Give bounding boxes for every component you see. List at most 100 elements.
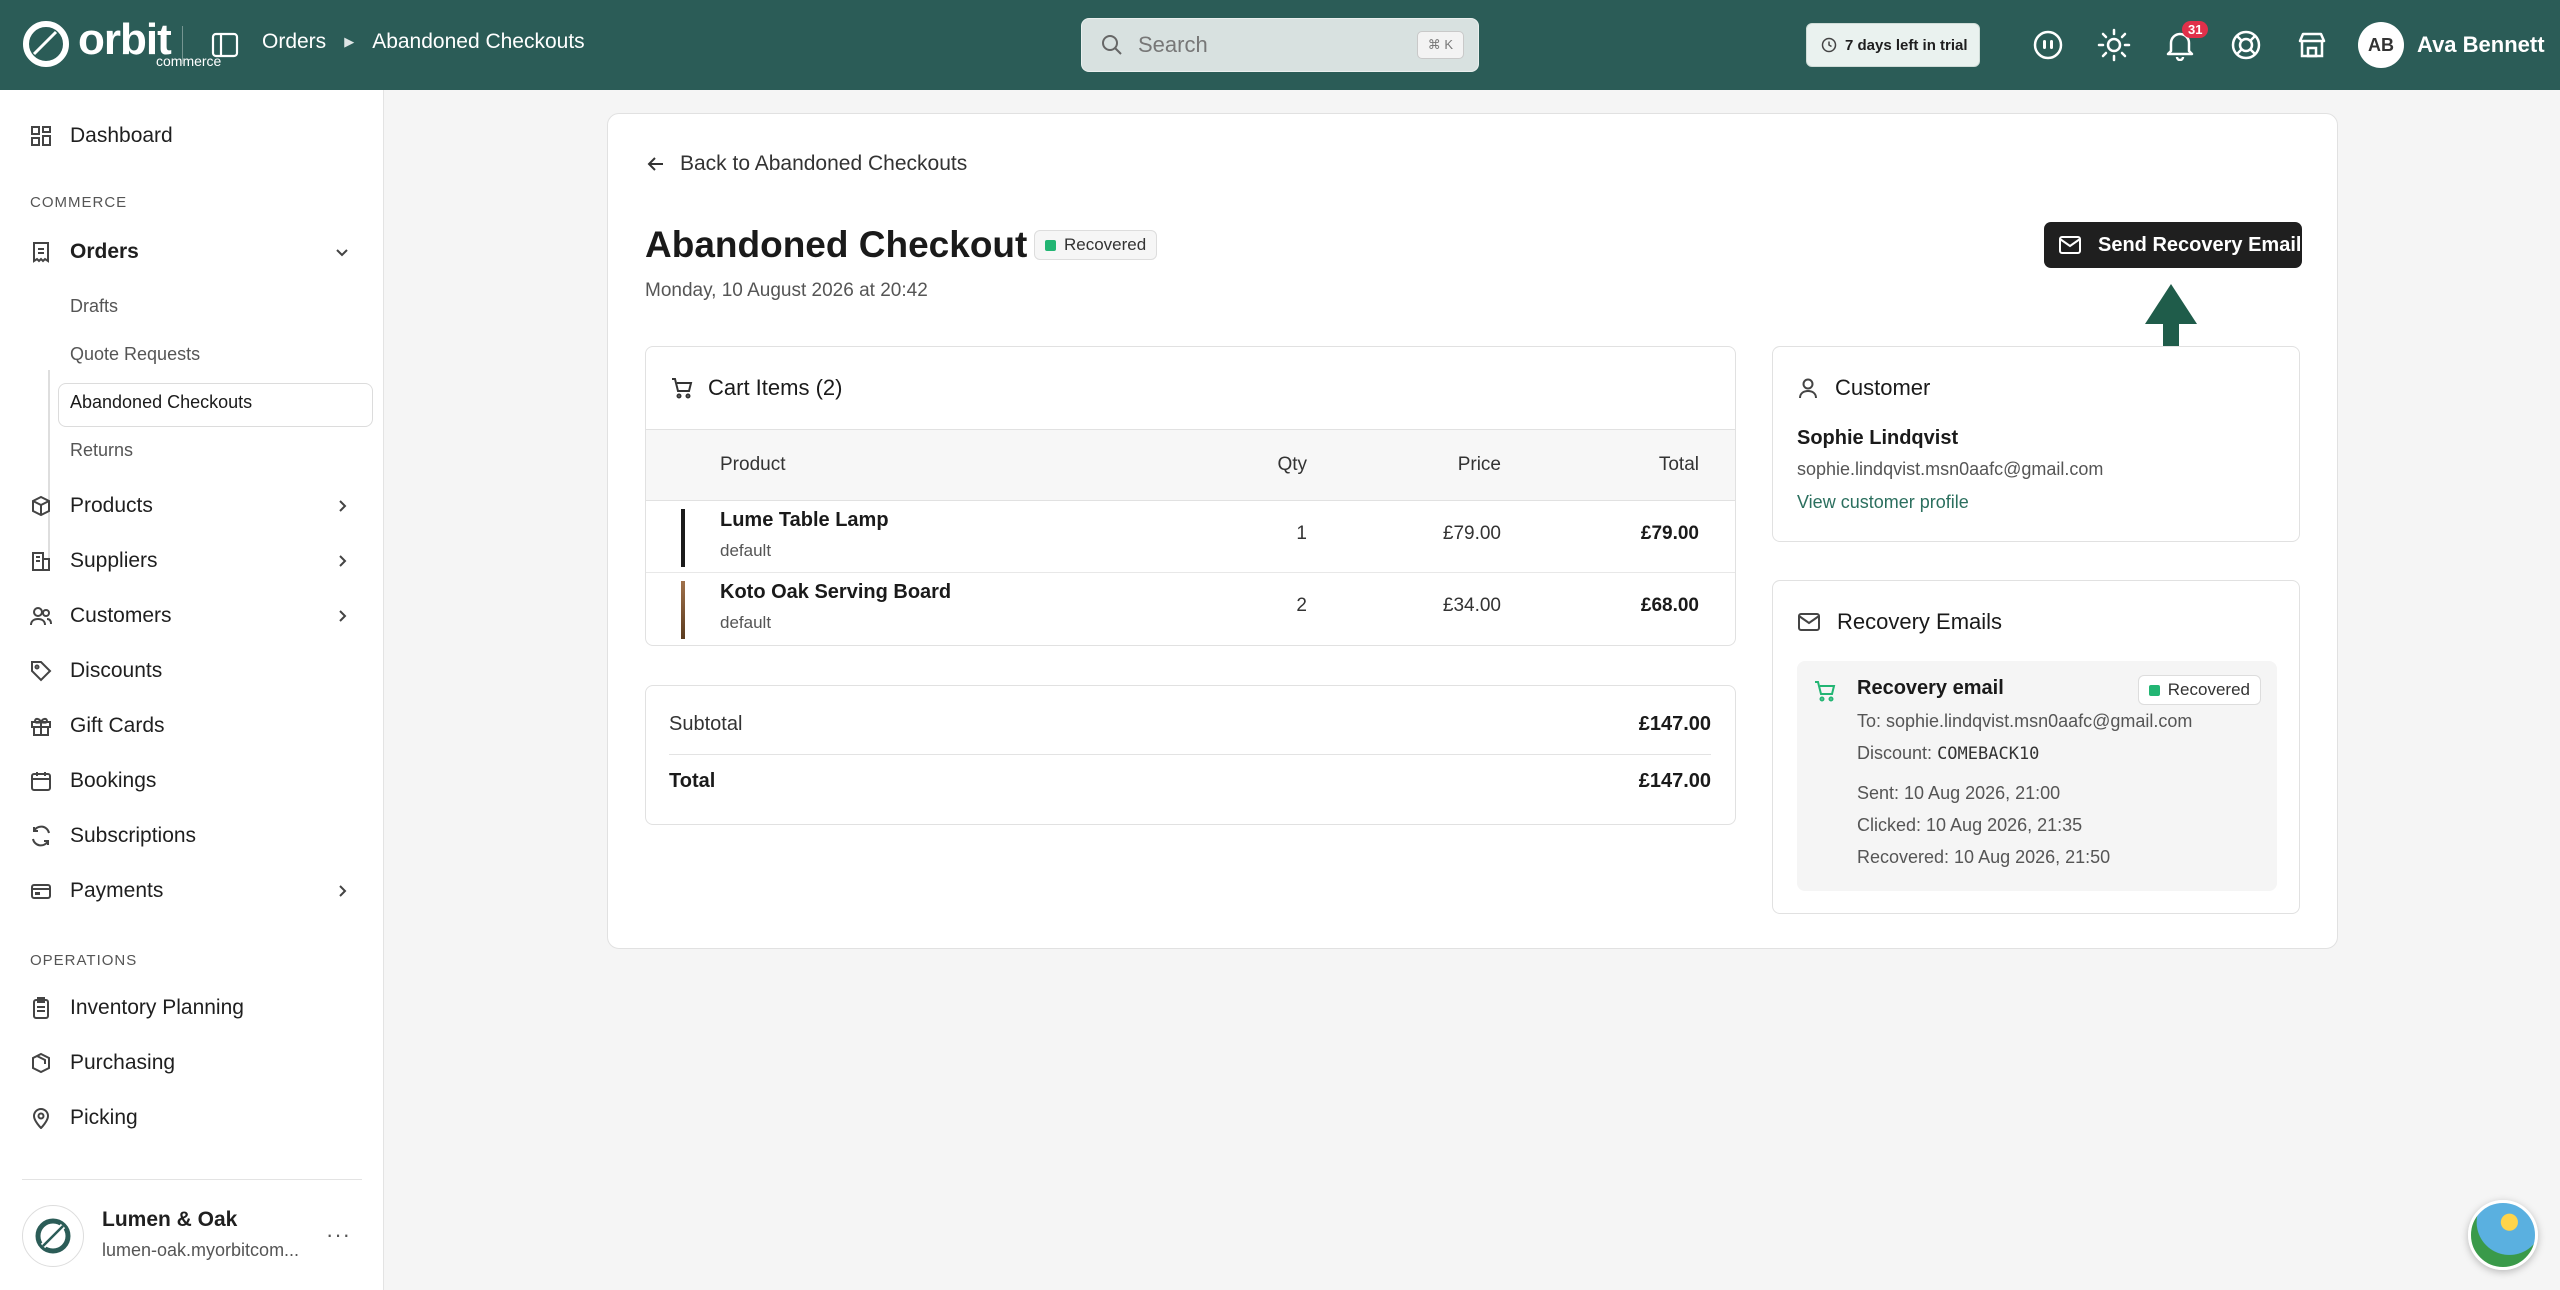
breadcrumb-orders[interactable]: Orders (262, 30, 326, 54)
sidebar-item-payments[interactable]: Payments (30, 871, 347, 911)
sidebar-label-inventory-planning: Inventory Planning (70, 996, 244, 1019)
notifications-bell-icon[interactable]: 31 (2162, 21, 2209, 63)
sidebar-item-products[interactable]: Products (30, 486, 347, 526)
column-header-product: Product (720, 454, 786, 475)
view-customer-profile-link[interactable]: View customer profile (1797, 492, 1969, 513)
sidebar-item-orders[interactable]: Orders (30, 232, 348, 272)
orbit-logo[interactable]: orbit commerce (22, 18, 221, 69)
search-icon (1102, 35, 1122, 55)
sidebar-label-picking: Picking (70, 1106, 138, 1129)
column-header-qty: Qty (1277, 454, 1307, 475)
product-name[interactable]: Koto Oak Serving Board (720, 581, 951, 604)
subtotal-value: £147.00 (1638, 713, 1711, 735)
sidebar-item-inventory-planning[interactable]: Inventory Planning (30, 988, 244, 1028)
cart-items-title: Cart Items (2) (708, 375, 843, 400)
clipboard-icon (33, 997, 49, 1019)
sidebar-subitem-returns[interactable]: Returns (70, 440, 133, 461)
sidebar-label-gift-cards: Gift Cards (70, 714, 165, 737)
recovery-clicked-time: Clicked: 10 Aug 2026, 21:35 (1857, 815, 2083, 835)
status-dot-icon (1045, 239, 1056, 251)
clock-icon (1821, 37, 1837, 53)
sidebar-label-dashboard: Dashboard (70, 124, 173, 147)
store-name[interactable]: Lumen & Oak (102, 1208, 237, 1232)
sidebar-label-customers: Customers (70, 604, 172, 627)
purchasing-package-icon (32, 1052, 50, 1074)
discount-tag-icon (31, 661, 52, 682)
status-badge: Recovered (1034, 230, 1158, 260)
product-name[interactable]: Lume Table Lamp (720, 509, 889, 532)
send-recovery-email-button[interactable]: Send Recovery Email (2044, 222, 2302, 268)
subtotal-label: Subtotal (669, 713, 743, 735)
payment-card-icon (31, 884, 51, 899)
search-input[interactable]: Search ⌘ K (1081, 18, 1479, 72)
sidebar-item-gift-cards[interactable]: Gift Cards (30, 706, 165, 746)
help-lifebuoy-icon[interactable] (2228, 27, 2264, 63)
chevron-right-icon (339, 555, 347, 567)
table-row[interactable]: Koto Oak Serving Board default 2 £34.00 … (646, 573, 1735, 645)
sidebar-item-suppliers[interactable]: Suppliers (30, 541, 347, 581)
sidebar-subitem-quote-requests[interactable]: Quote Requests (70, 344, 200, 365)
floating-assistant-avatar[interactable] (2468, 1200, 2538, 1270)
sidebar-label-discounts: Discounts (70, 659, 163, 682)
table-row[interactable]: Lume Table Lamp default 1 £79.00 £79.00 (646, 501, 1735, 573)
dashboard-grid-icon (31, 126, 51, 146)
sidebar-item-dashboard[interactable]: Dashboard (30, 116, 173, 156)
customers-users-icon (30, 607, 52, 626)
sidebar-item-discounts[interactable]: Discounts (30, 651, 162, 691)
theme-sun-icon[interactable] (2096, 27, 2132, 63)
shopping-cart-icon (1815, 681, 1836, 702)
status-badge-label: Recovered (1064, 235, 1147, 254)
status-dot-icon (2148, 684, 2160, 696)
sidebar: Dashboard COMMERCE Orders Drafts Quote R… (0, 90, 384, 1290)
sidebar-item-bookings[interactable]: Bookings (30, 761, 156, 801)
cart-items-card: Cart Items (2) Product Qty Price Total L… (645, 346, 1736, 646)
sidebar-item-picking[interactable]: Picking (30, 1098, 138, 1138)
sidebar-subitem-abandoned-checkouts[interactable]: Abandoned Checkouts (70, 392, 252, 413)
product-thumbnail (681, 509, 685, 567)
sidebar-item-purchasing[interactable]: Purchasing (30, 1043, 175, 1083)
breadcrumb-abandoned-checkouts: Abandoned Checkouts (372, 30, 585, 53)
toggle-sidebar-icon[interactable] (210, 30, 240, 60)
breadcrumb: Orders ▶ Abandoned Checkouts (262, 30, 585, 54)
sidebar-item-subscriptions[interactable]: Subscriptions (30, 816, 196, 856)
product-total: £79.00 (1640, 523, 1699, 544)
trial-text: 7 days left in trial (1845, 36, 1968, 54)
assistant-icon[interactable] (2030, 27, 2066, 63)
breadcrumb-separator-icon: ▶ (344, 34, 355, 49)
product-variant: default (720, 613, 772, 632)
summary-divider (669, 754, 1711, 755)
sidebar-label-payments: Payments (70, 879, 164, 902)
recovery-email-item: Recovery email Recovered To: sophie.lind… (1797, 661, 2277, 891)
column-header-price: Price (1457, 454, 1501, 475)
recovery-emails-card: Recovery Emails Recovery email Recovered… (1772, 580, 2300, 914)
cart-table-header: Product Qty Price Total (646, 429, 1735, 501)
total-label: Total (669, 770, 716, 792)
sidebar-item-customers[interactable]: Customers (30, 596, 347, 636)
back-link[interactable]: Back to Abandoned Checkouts (646, 152, 967, 176)
user-avatar[interactable]: AB (2358, 22, 2404, 68)
store-logo[interactable] (22, 1205, 84, 1267)
suppliers-building-icon (32, 552, 50, 571)
storefront-icon[interactable] (2294, 27, 2330, 63)
recovery-sent-time: Sent: 10 Aug 2026, 21:00 (1857, 783, 2061, 803)
mail-icon (2059, 236, 2081, 254)
customer-card-title: Customer (1835, 375, 1931, 400)
orbit-logo-icon (23, 21, 69, 67)
recovery-recovered-time: Recovered: 10 Aug 2026, 21:50 (1857, 847, 2111, 867)
user-name[interactable]: Ava Bennett (2417, 32, 2545, 58)
product-thumbnail (681, 581, 685, 639)
sidebar-subitem-drafts[interactable]: Drafts (70, 296, 118, 317)
store-more-icon[interactable]: ··· (326, 1222, 351, 1248)
search-placeholder: Search (1138, 32, 1208, 57)
trial-badge[interactable]: 7 days left in trial (1806, 23, 1980, 67)
shopping-cart-icon (672, 378, 693, 399)
store-logo-icon (35, 1218, 71, 1254)
sidebar-label-subscriptions: Subscriptions (70, 824, 197, 847)
product-total: £68.00 (1640, 595, 1699, 616)
gift-icon (31, 717, 51, 736)
sidebar-label-orders: Orders (70, 240, 139, 263)
chevron-down-icon (336, 249, 348, 257)
recovery-emails-header: Recovery Emails (1797, 609, 2002, 635)
discount-code: COMEBACK10 (1937, 744, 2040, 764)
checkout-detail-card: Back to Abandoned Checkouts Abandoned Ch… (607, 113, 2338, 949)
